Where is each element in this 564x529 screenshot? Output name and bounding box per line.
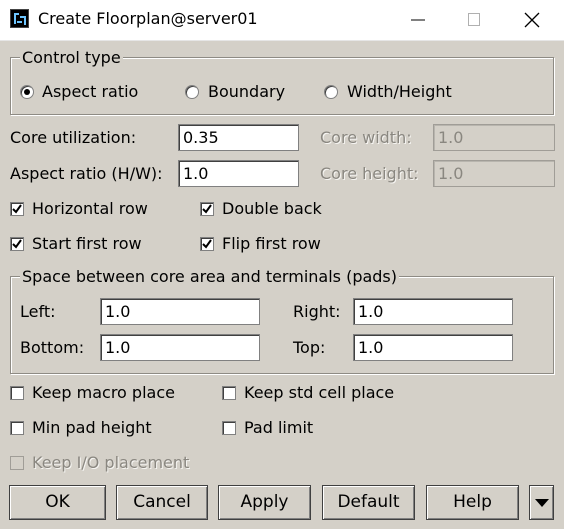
min-pad-height-label[interactable]: Min pad height <box>32 418 152 437</box>
width-height-radio-label[interactable]: Width/Height <box>347 82 452 101</box>
start-first-row-label[interactable]: Start first row <box>32 234 142 253</box>
minimize-button[interactable] <box>390 0 446 40</box>
core-utilization-label: Core utilization: <box>10 128 137 147</box>
aspect-ratio-input[interactable]: 1.0 <box>178 160 299 187</box>
close-button[interactable] <box>504 0 560 40</box>
help-button[interactable]: Help <box>426 485 519 520</box>
close-icon <box>524 12 540 28</box>
top-input[interactable]: 1.0 <box>353 334 513 361</box>
checkmark-icon <box>12 204 22 214</box>
left-input[interactable]: 1.0 <box>100 298 260 325</box>
minimize-icon <box>411 19 425 21</box>
keep-macro-place-label[interactable]: Keep macro place <box>32 383 175 402</box>
maximize-button <box>446 0 502 40</box>
left-label: Left: <box>20 302 56 321</box>
width-height-radio[interactable] <box>324 85 338 99</box>
control-type-legend: Control type <box>20 48 123 67</box>
double-back-checkbox[interactable] <box>200 202 214 216</box>
flip-first-row-label[interactable]: Flip first row <box>222 234 321 253</box>
aspect-ratio-label: Aspect ratio (H/W): <box>10 164 163 183</box>
keep-std-cell-place-label[interactable]: Keep std cell place <box>244 383 394 402</box>
default-button[interactable]: Default <box>322 485 415 520</box>
horizontal-row-label[interactable]: Horizontal row <box>32 199 148 218</box>
flip-first-row-checkbox[interactable] <box>200 237 214 251</box>
pad-limit-label[interactable]: Pad limit <box>244 418 313 437</box>
apply-button[interactable]: Apply <box>218 485 311 520</box>
cancel-button[interactable]: Cancel <box>116 485 208 520</box>
core-utilization-input[interactable]: 0.35 <box>178 124 299 151</box>
top-label: Top: <box>293 338 326 357</box>
core-width-label: Core width: <box>320 128 412 147</box>
bottom-input[interactable]: 1.0 <box>100 334 260 361</box>
double-back-label[interactable]: Double back <box>222 199 322 218</box>
keep-macro-place-checkbox[interactable] <box>10 386 24 400</box>
aspect-ratio-radio-label[interactable]: Aspect ratio <box>42 82 138 101</box>
checkmark-icon <box>202 204 212 214</box>
pad-limit-checkbox[interactable] <box>222 421 236 435</box>
min-pad-height-checkbox[interactable] <box>10 421 24 435</box>
core-height-label: Core height: <box>320 164 419 183</box>
bottom-label: Bottom: <box>20 338 85 357</box>
more-options-button[interactable] <box>529 485 554 520</box>
window-title: Create Floorplan@server01 <box>38 9 258 28</box>
keep-io-placement-label: Keep I/O placement <box>32 453 190 472</box>
horizontal-row-checkbox[interactable] <box>10 202 24 216</box>
boundary-radio-label[interactable]: Boundary <box>208 82 285 101</box>
checkmark-icon <box>202 239 212 249</box>
maximize-icon <box>468 13 480 26</box>
spacing-legend: Space between core area and terminals (p… <box>20 267 400 286</box>
right-label: Right: <box>293 302 341 321</box>
start-first-row-checkbox[interactable] <box>10 237 24 251</box>
core-height-input: 1.0 <box>433 160 555 187</box>
aspect-ratio-radio[interactable] <box>20 85 34 99</box>
app-icon <box>10 9 29 28</box>
keep-std-cell-place-checkbox[interactable] <box>222 386 236 400</box>
checkmark-icon <box>12 239 22 249</box>
right-input[interactable]: 1.0 <box>353 298 513 325</box>
boundary-radio[interactable] <box>185 85 199 99</box>
title-bar[interactable]: Create Floorplan@server01 <box>0 0 564 41</box>
triangle-down-icon <box>535 499 549 507</box>
ok-button[interactable]: OK <box>9 485 106 520</box>
keep-io-placement-checkbox <box>10 456 24 470</box>
core-width-input: 1.0 <box>433 124 555 151</box>
